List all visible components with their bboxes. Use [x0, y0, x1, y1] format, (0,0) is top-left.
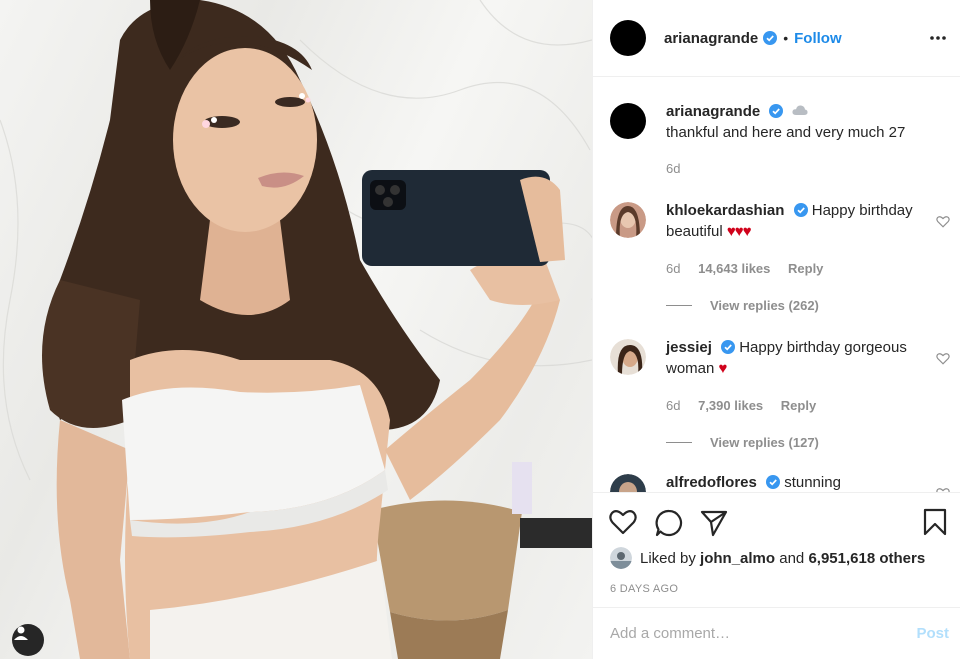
comment-text: stunning — [784, 474, 841, 491]
photo-illustration — [0, 0, 592, 659]
author-username[interactable]: arianagrande — [664, 30, 758, 47]
post-side-panel: arianagrande • Follow arianagrande thank… — [592, 0, 960, 659]
comment-body: alfredoflores stunning — [666, 472, 918, 492]
comment-avatar[interactable] — [610, 339, 646, 375]
view-replies-label: View replies (127) — [710, 435, 819, 450]
comment-avatar[interactable] — [610, 202, 646, 238]
caption-text: thankful and here and very much 27 — [666, 124, 906, 141]
caption-username[interactable]: arianagrande — [666, 103, 760, 120]
verified-badge-icon — [793, 203, 808, 217]
share-send-icon[interactable] — [700, 509, 728, 537]
replies-divider — [666, 442, 692, 443]
reply-button[interactable]: Reply — [781, 398, 816, 413]
comment-item: khloekardashian Happy birthday beautiful… — [610, 202, 950, 332]
liked-by-prefix: Liked by — [640, 549, 696, 567]
author-avatar[interactable] — [610, 20, 646, 56]
comment-body: khloekardashian Happy birthday beautiful… — [666, 200, 918, 242]
reply-button[interactable]: Reply — [788, 261, 823, 276]
comment-time[interactable]: 6d — [666, 261, 680, 276]
add-comment-bar: Post — [593, 607, 960, 659]
add-comment-input[interactable] — [610, 625, 917, 642]
follow-button[interactable]: Follow — [794, 30, 842, 47]
view-replies-button[interactable]: View replies (127) — [666, 435, 819, 450]
post-comment-button[interactable]: Post — [916, 625, 949, 642]
more-horizontal-icon[interactable] — [929, 26, 947, 50]
comment-meta: 6d 7,390 likes Reply — [666, 398, 830, 413]
view-replies-label: View replies (262) — [710, 298, 819, 313]
comment-likes[interactable]: 14,643 likes — [698, 261, 770, 276]
red-hearts-emoji: ♥♥♥ — [726, 223, 752, 240]
red-heart-emoji: ♥ — [718, 360, 728, 377]
liked-by-joiner: and — [779, 549, 805, 567]
post-actions: Liked by john_almo and 6,951,618 others … — [593, 492, 960, 607]
comments-list[interactable]: arianagrande thankful and here and very … — [593, 78, 960, 492]
liker-avatar[interactable] — [610, 547, 632, 569]
caption-body: arianagrande thankful and here and very … — [666, 101, 918, 143]
like-comment-heart-icon[interactable] — [936, 215, 950, 228]
verified-badge-icon — [769, 104, 784, 118]
comment-item: jessiej Happy birthday gorgeous woman ♥ … — [610, 339, 950, 469]
comment-username[interactable]: alfredoflores — [666, 474, 757, 491]
view-replies-button[interactable]: View replies (262) — [666, 298, 819, 313]
cloud-icon — [792, 105, 808, 115]
save-bookmark-icon[interactable] — [923, 508, 947, 536]
comment-bubble-icon[interactable] — [655, 509, 683, 537]
replies-divider — [666, 305, 692, 306]
liked-by-summary: Liked by john_almo and 6,951,618 others — [610, 547, 925, 569]
liked-by-others[interactable]: 6,951,618 others — [808, 550, 925, 567]
liked-by-user[interactable]: john_almo — [700, 550, 775, 567]
comment-body: jessiej Happy birthday gorgeous woman ♥ — [666, 337, 918, 379]
header-separator: • — [783, 30, 789, 46]
comment-item: alfredoflores stunning — [610, 474, 950, 492]
comment-likes[interactable]: 7,390 likes — [698, 398, 763, 413]
caption-avatar[interactable] — [610, 103, 646, 139]
like-heart-icon[interactable] — [609, 509, 637, 535]
comment-meta: 6d 14,643 likes Reply — [666, 261, 837, 276]
comment-username[interactable]: jessiej — [666, 339, 712, 356]
post-header: arianagrande • Follow — [593, 0, 960, 77]
person-icon — [14, 626, 28, 640]
post-photo[interactable] — [0, 0, 592, 659]
verified-badge-icon — [763, 31, 778, 45]
caption-meta: 6d — [666, 161, 694, 176]
verified-badge-icon — [766, 475, 781, 489]
comment-username[interactable]: khloekardashian — [666, 202, 784, 219]
comment-avatar[interactable] — [610, 474, 646, 492]
verified-badge-icon — [721, 340, 736, 354]
caption: arianagrande thankful and here and very … — [610, 103, 950, 183]
like-comment-heart-icon[interactable] — [936, 352, 950, 365]
tagged-users-button[interactable] — [12, 624, 44, 656]
post-timestamp[interactable]: 6 DAYS AGO — [610, 583, 678, 595]
comment-time[interactable]: 6d — [666, 398, 680, 413]
caption-time[interactable]: 6d — [666, 161, 680, 176]
